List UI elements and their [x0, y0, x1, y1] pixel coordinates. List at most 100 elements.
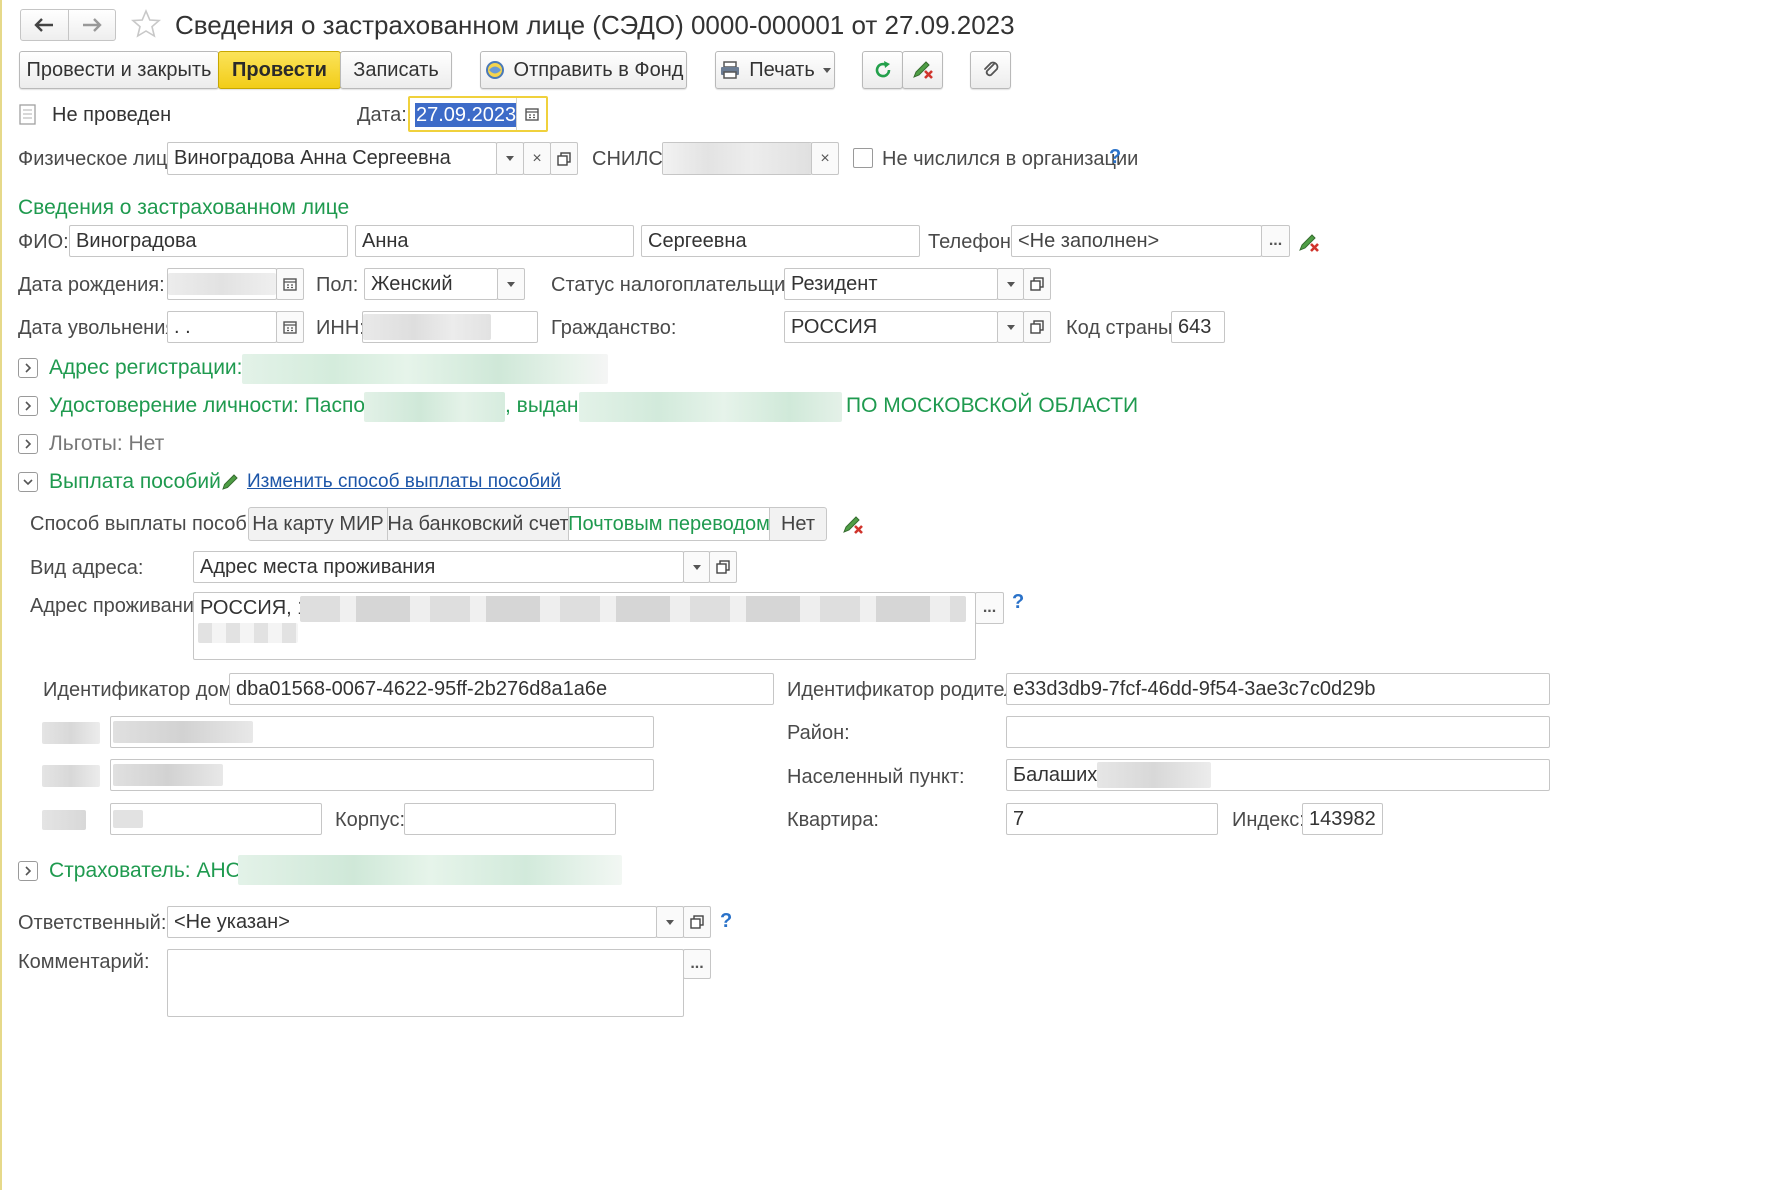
dismissal-date-label: Дата увольнения: — [18, 317, 182, 339]
sex-select[interactable]: Женский — [364, 268, 498, 300]
country-code-input[interactable]: 643 — [1171, 311, 1225, 343]
change-payment-method-link[interactable]: Изменить способ выплаты пособий — [247, 471, 561, 493]
insurer-expand-toggle[interactable] — [18, 861, 38, 881]
post-button[interactable]: Провести — [218, 51, 341, 89]
post-and-close-button[interactable]: Провести и закрыть — [19, 51, 219, 89]
flat-input[interactable]: 7 — [1006, 803, 1218, 835]
residence-address-select-button[interactable]: ... — [975, 592, 1004, 624]
chevron-down-icon — [1006, 324, 1015, 330]
house-input[interactable] — [110, 759, 654, 791]
last-name-input[interactable]: Виноградова — [69, 225, 348, 257]
person-input[interactable]: Виноградова Анна Сергеевна — [167, 142, 497, 175]
locality-label: Населенный пункт: — [787, 766, 965, 788]
page-title: Сведения о застрахованном лице (СЭДО) 00… — [175, 10, 1015, 40]
payment-method-none[interactable]: Нет — [769, 507, 827, 541]
person-label: Физическое лицо: — [18, 148, 184, 170]
building-number-input[interactable] — [110, 803, 322, 835]
tax-status-select[interactable]: Резидент — [784, 268, 998, 300]
inn-input[interactable] — [362, 311, 538, 343]
send-to-fund-label: Отправить в Фонд — [513, 58, 684, 81]
chevron-down-icon — [822, 59, 831, 82]
help-icon[interactable]: ? — [1012, 591, 1024, 614]
snils-input[interactable] — [662, 142, 812, 175]
print-button[interactable]: Печать — [715, 51, 835, 89]
locality-input[interactable]: Балашиха — [1006, 759, 1550, 791]
sex-dropdown-button[interactable] — [497, 268, 525, 300]
privileges-expand-toggle[interactable] — [18, 434, 38, 454]
address-kind-select[interactable]: Адрес места проживания — [193, 551, 684, 583]
residence-address-input[interactable]: РОССИЯ, 1 — [193, 592, 976, 660]
tax-status-dropdown-button[interactable] — [997, 268, 1024, 300]
back-button[interactable] — [21, 10, 69, 40]
document-state: Не проведен — [52, 104, 172, 126]
address-kind-dropdown-button[interactable] — [683, 551, 710, 583]
pencil-cross-icon[interactable] — [841, 514, 865, 536]
identity-document-header[interactable]: Удостоверение личности: Паспорт — [49, 393, 386, 419]
not-listed-checkbox[interactable] — [853, 148, 873, 168]
citizenship-dropdown-button[interactable] — [997, 311, 1024, 343]
responsible-open-button[interactable] — [683, 906, 711, 938]
district-label: Район: — [787, 722, 850, 744]
insurer-header[interactable]: Страхователь: АНО ( — [49, 858, 255, 884]
calendar-button[interactable] — [516, 98, 546, 130]
help-icon[interactable]: ? — [1109, 146, 1121, 169]
send-to-fund-button[interactable]: Отправить в Фонд — [480, 51, 687, 89]
sex-label: Пол: — [316, 274, 359, 296]
dismissal-date-input[interactable]: . . — [167, 311, 277, 343]
chevron-down-icon — [1006, 281, 1015, 287]
payment-header[interactable]: Выплата пособий — [49, 469, 221, 495]
district-input[interactable] — [1006, 716, 1550, 748]
chevron-right-icon — [25, 401, 32, 411]
left-accent-line — [0, 0, 2, 1190]
citizenship-open-button[interactable] — [1023, 311, 1051, 343]
comment-input[interactable] — [167, 949, 684, 1017]
dismissal-calendar-button[interactable] — [276, 311, 304, 343]
phone-label: Телефон: — [928, 231, 1017, 253]
birth-date-input[interactable] — [167, 268, 277, 300]
index-input[interactable]: 143982 — [1302, 803, 1383, 835]
responsible-input[interactable]: <Не указан> — [167, 906, 657, 938]
birth-calendar-button[interactable] — [276, 268, 304, 300]
payment-method-bank-account[interactable]: На банковский счет — [387, 507, 569, 541]
registration-expand-toggle[interactable] — [18, 358, 38, 378]
building-input[interactable] — [404, 803, 616, 835]
parent-id-input[interactable]: e33d3db9-7fcf-46dd-9f54-3ae3c7c0d29b — [1006, 673, 1550, 705]
insured-section-title: Сведения о застрахованном лице — [18, 196, 350, 219]
address-kind-open-button[interactable] — [709, 551, 737, 583]
identity-issued-text: , выдан — [505, 394, 579, 417]
comment-label: Комментарий: — [18, 951, 150, 973]
registration-address-header[interactable]: Адрес регистрации: Е — [49, 355, 262, 381]
identity-expand-toggle[interactable] — [18, 396, 38, 416]
house-id-input[interactable]: dba01568-0067-4622-95ff-2b276d8a1a6e — [229, 673, 774, 705]
person-dropdown-button[interactable] — [496, 142, 524, 175]
refresh-button[interactable] — [862, 51, 903, 89]
responsible-dropdown-button[interactable] — [656, 906, 684, 938]
payment-method-postal-transfer[interactable]: Почтовым переводом — [568, 507, 770, 541]
citizenship-select[interactable]: РОССИЯ — [784, 311, 998, 343]
payment-method-mir-card[interactable]: На карту МИР — [248, 507, 388, 541]
tax-status-open-button[interactable] — [1023, 268, 1051, 300]
middle-name-input[interactable]: Сергеевна — [641, 225, 920, 257]
person-open-button[interactable] — [550, 142, 578, 175]
edit-clear-button[interactable] — [902, 51, 943, 89]
calendar-icon — [283, 321, 297, 334]
identity-issuer-suffix: ПО МОСКОВСКОЙ ОБЛАСТИ — [846, 394, 1139, 417]
favorite-star-icon[interactable] — [130, 8, 162, 40]
date-field[interactable]: 27.09.2023 — [408, 96, 548, 132]
help-icon[interactable]: ? — [720, 910, 732, 933]
snils-clear-button[interactable]: × — [811, 142, 839, 175]
privileges-header[interactable]: Льготы: Нет — [49, 431, 164, 457]
save-button[interactable]: Записать — [340, 51, 452, 89]
phone-select-button[interactable]: ... — [1261, 225, 1290, 257]
person-clear-button[interactable]: × — [523, 142, 551, 175]
phone-input[interactable]: <Не заполнен> — [1011, 225, 1262, 257]
first-name-input[interactable]: Анна — [355, 225, 634, 257]
pencil-cross-icon[interactable] — [1297, 232, 1321, 254]
street-input[interactable] — [110, 716, 654, 748]
payment-collapse-toggle[interactable] — [18, 472, 38, 492]
redacted-birth-date — [168, 273, 276, 295]
redacted-residence-address-line2 — [198, 623, 298, 643]
forward-button[interactable] — [69, 10, 116, 40]
comment-edit-button[interactable]: ... — [683, 949, 711, 979]
attach-button[interactable] — [970, 51, 1011, 89]
